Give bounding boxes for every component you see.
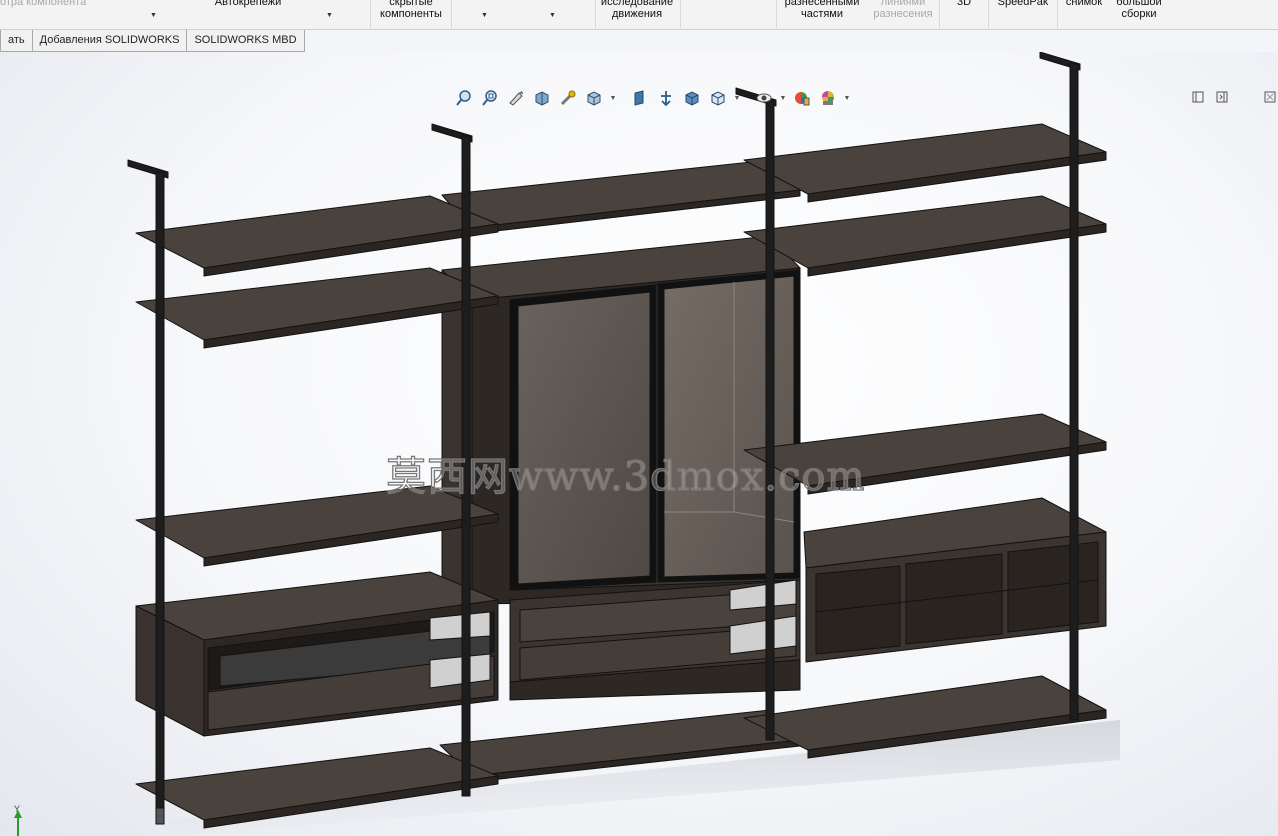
chevron-down-icon[interactable]: ▼ [150, 12, 157, 19]
ribbon-button-explode-line-sketch[interactable]: линиями разнесения [868, 0, 938, 20]
tab-solidworks-mbd[interactable]: SOLIDWORKS MBD [186, 30, 305, 52]
chevron-down-icon[interactable]: ▼ [842, 88, 852, 108]
ribbon-separator [451, 0, 452, 30]
shaded-cube-icon[interactable] [680, 88, 704, 108]
command-manager-tabs: ать Добавления SOLIDWORKS SOLIDWORKS MBD [0, 30, 305, 52]
chevron-down-icon[interactable]: ▼ [732, 88, 742, 108]
watermark-text: 莫西网www.3dmox.com [385, 453, 866, 500]
ribbon-button-exploded-view[interactable]: разнесенными частями [778, 0, 866, 20]
ribbon-button-large-assembly-mode[interactable]: большой сборки [1110, 0, 1168, 20]
zoom-to-fit-icon[interactable] [452, 88, 476, 108]
ribbon-separator [370, 0, 371, 30]
reference-triad: Y X [4, 804, 44, 836]
triad-y-label: Y [14, 804, 20, 814]
section-view-icon[interactable] [530, 88, 554, 108]
chevron-down-icon[interactable]: ▼ [481, 12, 488, 19]
heads-up-view-toolbar: ▼ ▼ ▼ ▼ [452, 88, 852, 108]
chevron-down-icon[interactable]: ▼ [549, 12, 556, 19]
apply-scene-icon[interactable] [816, 88, 840, 108]
command-manager-ribbon: отра компонента ▼ Автокрепежи ▼ скрытые … [0, 0, 1278, 30]
ribbon-button-component-preview[interactable]: отра компонента [0, 0, 96, 8]
display-style-icon[interactable] [628, 88, 652, 108]
edit-appearance-icon[interactable] [790, 88, 814, 108]
previous-view-icon[interactable] [504, 88, 528, 108]
hide-show-eye-icon[interactable] [752, 88, 776, 108]
hide-show-items-icon[interactable] [654, 88, 678, 108]
tab-solidworks-addins[interactable]: Добавления SOLIDWORKS [31, 30, 188, 52]
ribbon-button-new-motion-study[interactable]: исследование движения [596, 0, 678, 20]
zoom-to-area-icon[interactable] [478, 88, 502, 108]
ribbon-separator [680, 0, 681, 30]
chevron-down-icon[interactable]: ▼ [608, 88, 618, 108]
chevron-down-icon[interactable]: ▼ [778, 88, 788, 108]
graphics-area[interactable]: ▼ ▼ ▼ ▼ 莫西网www.3dmox.com Y [0, 52, 1278, 836]
dynamic-annotation-icon[interactable] [556, 88, 580, 108]
ribbon-button-show-hidden-components[interactable]: скрытые компоненты [372, 0, 450, 20]
ribbon-separator [939, 0, 940, 30]
ribbon-button-speedpak[interactable]: SpeedPak [992, 0, 1054, 8]
expand-pane-icon[interactable] [1262, 89, 1278, 105]
chevron-down-icon[interactable]: ▼ [326, 12, 333, 19]
ribbon-separator [988, 0, 989, 30]
wireframe-cube-icon[interactable] [706, 88, 730, 108]
ribbon-button-smart-fasteners[interactable]: Автокрепежи [196, 0, 300, 8]
restore-pane-icon[interactable] [1190, 89, 1206, 105]
ribbon-button-take-snapshot[interactable]: снимок [1060, 0, 1108, 8]
ribbon-separator [1057, 0, 1058, 30]
tile-pane-icon[interactable] [1214, 89, 1230, 105]
ribbon-separator [776, 0, 777, 30]
ribbon-button-instant-3d[interactable]: 3D [944, 0, 984, 8]
tab-evaluate[interactable]: ать [0, 30, 33, 52]
view-orientation-icon[interactable] [582, 88, 606, 108]
